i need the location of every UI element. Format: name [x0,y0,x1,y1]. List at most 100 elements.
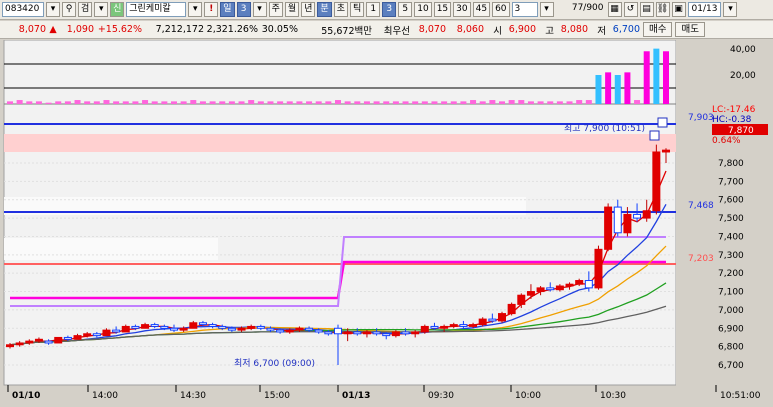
candle-body [102,329,111,337]
sell-button[interactable]: 매도 [675,22,705,37]
count-input[interactable]: 3 [511,2,538,17]
candle-body [247,325,256,329]
dropdown-arrow-icon[interactable]: ▾ [539,2,554,17]
low-label: 저 [597,25,606,37]
volume-bar [383,101,390,104]
volume-bar [653,48,660,104]
volume-bar [576,100,583,104]
refresh-icon[interactable]: ↺ [623,2,638,17]
minute-10-button[interactable]: 10 [414,2,432,17]
period-year-button[interactable]: 년 [301,2,316,17]
candle-body [488,318,497,322]
period-minute-button[interactable]: 분 [317,2,332,17]
pink-zone-band [4,134,676,152]
minute-30-button[interactable]: 30 [453,2,471,17]
candle-body [430,325,439,329]
date-field[interactable]: 01/13 [687,2,722,17]
time-tick-label: 01/13 [342,391,370,401]
time-tick-label: 09:30 [428,391,454,401]
high-annotation: 최고 7,900 (10:51) [564,123,645,134]
candle-body [391,331,400,337]
candle-body [314,329,323,333]
volume-bar [103,100,110,104]
minute-3-button[interactable]: 3 [382,2,397,17]
stock-name-field[interactable]: 그린케미칼 [126,2,187,17]
low-annotation: 최저 6,700 (09:00) [234,358,315,369]
candle-body [642,210,651,219]
candle-body [256,325,265,329]
period-second-button[interactable]: 초 [333,2,348,17]
minute-60-button[interactable]: 60 [492,2,510,17]
volume-bar [508,100,515,104]
mid-line-value: 7,468 [688,201,714,211]
search-type-button[interactable]: 검 [78,2,93,17]
candle-body [150,324,159,327]
current-price: 8,070 [18,24,46,35]
quote-bar: 8,070 ▲ 1,090 +15.62% 7,212,172 2,321.26… [0,21,773,39]
volume-bar [219,101,226,104]
volume-bar [325,101,332,104]
minute-5-button[interactable]: 5 [398,2,413,17]
volume-bar [489,100,496,104]
candle-body [179,327,188,331]
candle-body [141,324,150,329]
dropdown-arrow-icon[interactable]: ▾ [46,2,60,17]
candle-body [401,331,410,335]
period-week-button[interactable]: 주 [268,2,283,17]
dropdown-arrow-icon[interactable]: ▾ [723,2,738,17]
time-tick-label: 01/10 [12,391,40,401]
volume-bar [113,101,120,104]
time-tick-label: 14:30 [180,391,206,401]
minute-15-button[interactable]: 15 [433,2,452,17]
buy-button[interactable]: 매수 [643,22,673,37]
candle-body [478,318,487,326]
volume-bar [624,72,631,104]
candle-body [160,325,169,329]
open-label: 시 [493,25,502,37]
price-tick-label: 7,100 [718,288,744,298]
volume-bar [64,101,71,104]
volume-bar [26,101,33,104]
candle-body [208,324,217,327]
price-tick-label: 7,800 [718,159,744,169]
volume-bar [643,51,650,104]
period-value-field[interactable]: 3 [236,2,251,17]
volume-bar [286,101,293,104]
volume-bar [363,101,370,104]
signal-marker [657,117,668,128]
candle-body [382,333,391,337]
period-month-button[interactable]: 월 [284,2,300,17]
candle-body [507,303,516,315]
calendar-icon[interactable]: ▣ [671,2,686,17]
minute-45-button[interactable]: 45 [472,2,491,17]
up-arrow-icon: ▲ [49,24,57,35]
search-icon[interactable]: ⚲ [62,2,76,17]
volume-bar [171,101,177,104]
grid-icon[interactable]: ▦ [607,2,622,17]
best-bid: 8,060 [456,24,484,35]
candle-body [565,283,574,287]
save-icon[interactable]: ▤ [639,2,654,17]
candle-body [411,331,420,335]
alert-button[interactable]: ! [204,2,219,17]
dropdown-arrow-icon[interactable]: ▾ [94,2,109,17]
price-change: 1,090 [66,24,94,35]
candlestick-chart[interactable]: 40,00 20,00 7,800 7,700 7,600 7,500 7,400 7,30… [0,39,773,404]
volume-bar [93,101,100,104]
dropdown-arrow-icon[interactable]: ▾ [252,2,267,17]
trade-amount: 55,672백만 [321,25,372,37]
chart-area[interactable]: 40,00 20,00 7,800 7,700 7,600 7,500 7,400 7,30… [0,39,773,404]
period-tick-button[interactable]: 틱 [349,2,365,17]
candle-body [546,287,555,291]
candle-body [83,333,92,337]
period-day-button[interactable]: 일 [220,2,235,17]
minute-1-button[interactable]: 1 [366,2,381,17]
volume-bar [238,101,245,104]
candle-body [526,291,535,296]
candle-body [517,294,526,305]
volume-bar [16,100,23,104]
volume-bar [518,100,525,104]
link-icon[interactable]: ⛓ [655,2,670,17]
dropdown-arrow-icon[interactable]: ▾ [188,2,203,17]
stock-code-input[interactable]: 083420 [2,2,44,17]
